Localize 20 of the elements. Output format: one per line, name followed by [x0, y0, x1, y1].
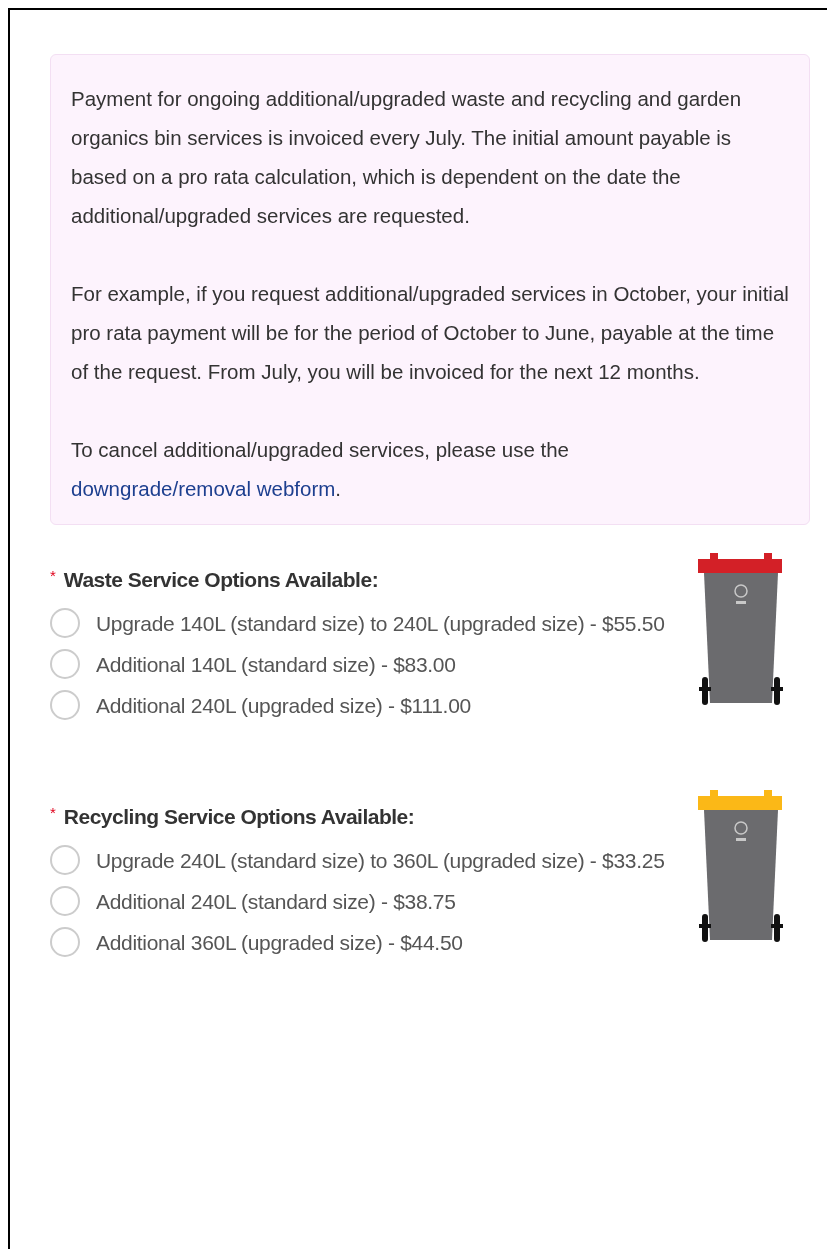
option-label[interactable]: Additional 240L (standard size) - $38.75 — [50, 881, 670, 922]
option-label[interactable]: Additional 240L (upgraded size) - $111.00 — [50, 685, 670, 726]
option-label[interactable]: Additional 360L (upgraded size) - $44.50 — [50, 922, 670, 963]
option-label[interactable]: Upgrade 240L (standard size) to 360L (upgraded size) - $33.25 — [50, 840, 670, 881]
notice-paragraph: To cancel additional/upgraded services, please use the downgrade/removal webform. — [71, 437, 571, 502]
notice-paragraph: Payment for ongoing additional/upgraded waste and recycling and garden organics bin services is invoiced every July. The initial amount payable is based on a pro rata calculation, which is dependent on the date the additional/upgraded services are requested. — [71, 86, 743, 229]
required-asterisk: * — [50, 566, 56, 586]
radio-button[interactable] — [50, 649, 80, 680]
option-label[interactable]: Upgrade 140L (standard size) to 240L (upgraded size) - $55.50 — [50, 603, 670, 644]
radio-button[interactable] — [50, 927, 80, 958]
notice-paragraph: For example, if you request additional/upgraded services in October, your initial pro rata payment will be for the period of October to June, payable at the time of the request. From July, you will be invoiced for the next 12 months. — [71, 281, 789, 385]
section-title: Recycling Service Options Available: — [63, 804, 415, 830]
option-label[interactable]: Additional 140L (standard size) - $83.00 — [50, 644, 670, 685]
section-title: Waste Service Options Available: — [63, 567, 379, 593]
required-asterisk: * — [50, 803, 56, 823]
radio-button[interactable] — [50, 845, 80, 876]
radio-button[interactable] — [50, 690, 80, 721]
radio-button[interactable] — [50, 886, 80, 917]
radio-button[interactable] — [50, 608, 80, 639]
webform-link[interactable]: downgrade/removal webform — [71, 477, 336, 500]
